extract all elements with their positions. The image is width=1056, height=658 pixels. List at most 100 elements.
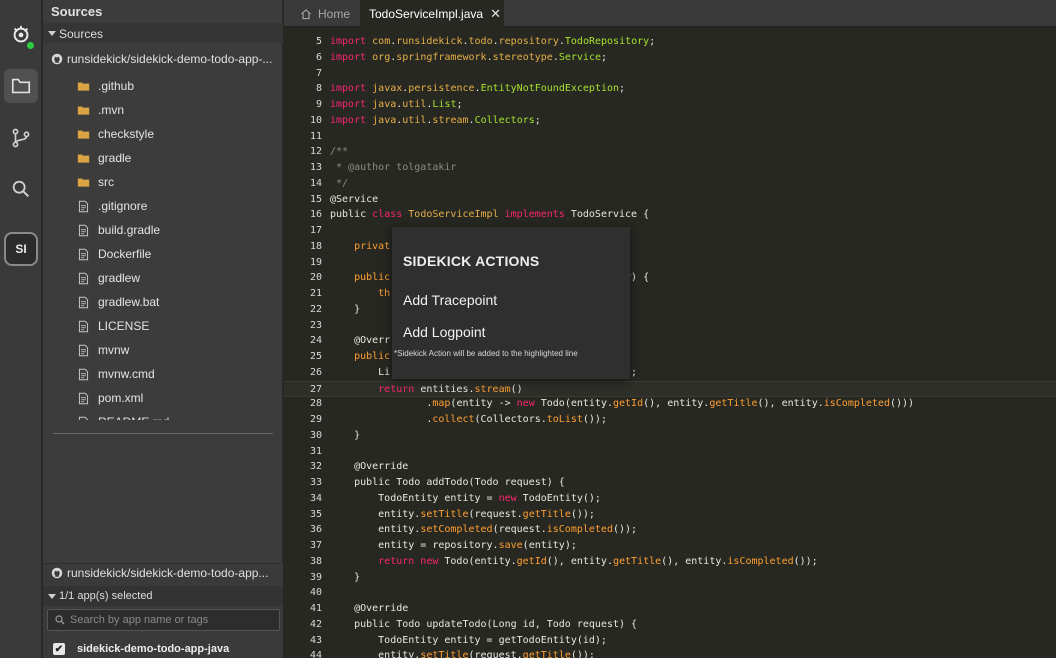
line-number[interactable]: 21 <box>284 286 322 301</box>
code-line[interactable]: 36 entity.setCompleted(request.isComplet… <box>284 522 1056 538</box>
line-number[interactable]: 44 <box>284 648 322 658</box>
sidekick-logo-icon[interactable] <box>4 18 38 52</box>
code-line[interactable]: 28 .map(entity -> new Todo(entity.getId(… <box>284 396 1056 412</box>
code-line[interactable]: 11 <box>284 129 1056 145</box>
code-line[interactable]: 32 @Override <box>284 459 1056 475</box>
line-number[interactable]: 38 <box>284 554 322 569</box>
line-number[interactable]: 22 <box>284 302 322 317</box>
code-line[interactable]: 38 return new Todo(entity.getId(), entit… <box>284 554 1056 570</box>
code-line[interactable]: 15 @Service <box>284 192 1056 208</box>
code-line[interactable]: 35 entity.setTitle(request.getTitle()); <box>284 507 1056 523</box>
line-number[interactable]: 6 <box>284 50 322 65</box>
code-line[interactable]: 34 TodoEntity entity = new TodoEntity(); <box>284 491 1056 507</box>
code-line[interactable]: 5 import com.runsidekick.todo.repository.… <box>284 34 1056 50</box>
line-number[interactable]: 32 <box>284 459 322 474</box>
line-number[interactable]: 42 <box>284 617 322 632</box>
folder-item[interactable]: src <box>43 170 283 194</box>
code-line[interactable]: 8 import javax.persistence.EntityNotFound… <box>284 81 1056 97</box>
code-line[interactable]: 9 import java.util.List; <box>284 97 1056 113</box>
code-line[interactable]: 40 <box>284 585 1056 601</box>
code-line[interactable]: 7 <box>284 66 1056 82</box>
line-number[interactable]: 15 <box>284 192 322 207</box>
close-icon[interactable]: ✕ <box>490 6 501 22</box>
line-number[interactable]: 11 <box>284 129 322 144</box>
line-number[interactable]: 17 <box>284 223 322 238</box>
files-icon[interactable] <box>4 69 38 103</box>
line-number[interactable]: 34 <box>284 491 322 506</box>
file-item[interactable]: README.md <box>43 410 283 420</box>
code-line[interactable]: 39 } <box>284 570 1056 586</box>
tab-todoserviceimpl[interactable]: TodoServiceImpl.java ✕ <box>360 0 504 27</box>
code-line[interactable]: 27 return entities.stream() <box>284 380 1056 397</box>
line-number[interactable]: 40 <box>284 585 322 600</box>
code-line[interactable]: 14 */ <box>284 176 1056 192</box>
sources-section-header[interactable]: Sources <box>43 23 283 43</box>
line-number[interactable]: 28 <box>284 396 322 411</box>
folder-item[interactable]: .github <box>43 74 283 98</box>
app-search-box[interactable] <box>47 609 280 631</box>
apps-selected-header[interactable]: 1/1 app(s) selected <box>43 586 283 606</box>
line-number[interactable]: 16 <box>284 207 322 222</box>
git-branch-icon[interactable] <box>4 121 38 155</box>
line-number[interactable]: 39 <box>284 570 322 585</box>
file-item[interactable]: gradlew.bat <box>43 290 283 314</box>
add-tracepoint-button[interactable]: Add Tracepoint <box>403 292 497 308</box>
code-line[interactable]: 42 public Todo updateTodo(Long id, Todo … <box>284 617 1056 633</box>
line-number[interactable]: 13 <box>284 160 322 175</box>
line-number[interactable]: 29 <box>284 412 322 427</box>
code-line[interactable]: 43 TodoEntity entity = getTodoEntity(id)… <box>284 633 1056 649</box>
code-line[interactable]: 44 entity.setTitle(request.getTitle()); <box>284 648 1056 658</box>
add-logpoint-button[interactable]: Add Logpoint <box>403 324 486 340</box>
file-item[interactable]: gradlew <box>43 266 283 290</box>
line-number[interactable]: 18 <box>284 239 322 254</box>
line-number[interactable]: 23 <box>284 318 322 333</box>
line-number[interactable]: 8 <box>284 81 322 96</box>
code-line[interactable]: 16 public class TodoServiceImpl implement… <box>284 207 1056 223</box>
line-number[interactable]: 41 <box>284 601 322 616</box>
tab-home[interactable]: Home <box>290 0 356 27</box>
line-number[interactable]: 37 <box>284 538 322 553</box>
line-number[interactable]: 30 <box>284 428 322 443</box>
line-number[interactable]: 10 <box>284 113 322 128</box>
code-line[interactable]: 10 import java.util.stream.Collectors; <box>284 113 1056 129</box>
file-item[interactable]: .gitignore <box>43 194 283 218</box>
code-line[interactable]: 33 public Todo addTodo(Todo request) { <box>284 475 1056 491</box>
file-item[interactable]: build.gradle <box>43 218 283 242</box>
line-number[interactable]: 24 <box>284 333 322 348</box>
line-number[interactable]: 36 <box>284 522 322 537</box>
line-number[interactable]: 26 <box>284 365 322 380</box>
line-number[interactable]: 20 <box>284 270 322 285</box>
file-item[interactable]: mvnw <box>43 338 283 362</box>
code-line[interactable]: 31 <box>284 444 1056 460</box>
code-line[interactable]: 6 import org.springframework.stereotype.S… <box>284 50 1056 66</box>
code-line[interactable]: 30 } <box>284 428 1056 444</box>
line-number[interactable]: 14 <box>284 176 322 191</box>
folder-item[interactable]: checkstyle <box>43 122 283 146</box>
line-number[interactable]: 12 <box>284 144 322 159</box>
search-icon[interactable] <box>4 172 38 206</box>
code-line[interactable]: 12 /** <box>284 144 1056 160</box>
line-number[interactable]: 31 <box>284 444 322 459</box>
line-number[interactable]: 43 <box>284 633 322 648</box>
line-number[interactable]: 19 <box>284 255 322 270</box>
code-line[interactable]: 37 entity = repository.save(entity); <box>284 538 1056 554</box>
line-number[interactable]: 7 <box>284 66 322 81</box>
line-number[interactable]: 25 <box>284 349 322 364</box>
app-search-input[interactable] <box>70 611 275 629</box>
repo-item-top[interactable]: runsidekick/sidekick-demo-todo-app-... <box>51 52 281 70</box>
file-item[interactable]: LICENSE <box>43 314 283 338</box>
code-line[interactable]: 13 * @author tolgatakir <box>284 160 1056 176</box>
line-number[interactable]: 33 <box>284 475 322 490</box>
folder-item[interactable]: gradle <box>43 146 283 170</box>
app-list-item[interactable]: ✔ sidekick-demo-todo-app-java <box>53 641 229 657</box>
repo-item-bottom[interactable]: runsidekick/sidekick-demo-todo-app... <box>51 566 281 584</box>
file-item[interactable]: mvnw.cmd <box>43 362 283 386</box>
folder-item[interactable]: .mvn <box>43 98 283 122</box>
sidekick-instance-button[interactable]: SI <box>4 232 38 266</box>
checkbox-checked[interactable]: ✔ <box>53 643 65 655</box>
code-line[interactable]: 29 .collect(Collectors.toList()); <box>284 412 1056 428</box>
code-line[interactable]: 41 @Override <box>284 601 1056 617</box>
line-number[interactable]: 27 <box>284 382 322 397</box>
line-number[interactable]: 5 <box>284 34 322 49</box>
line-number[interactable]: 9 <box>284 97 322 112</box>
